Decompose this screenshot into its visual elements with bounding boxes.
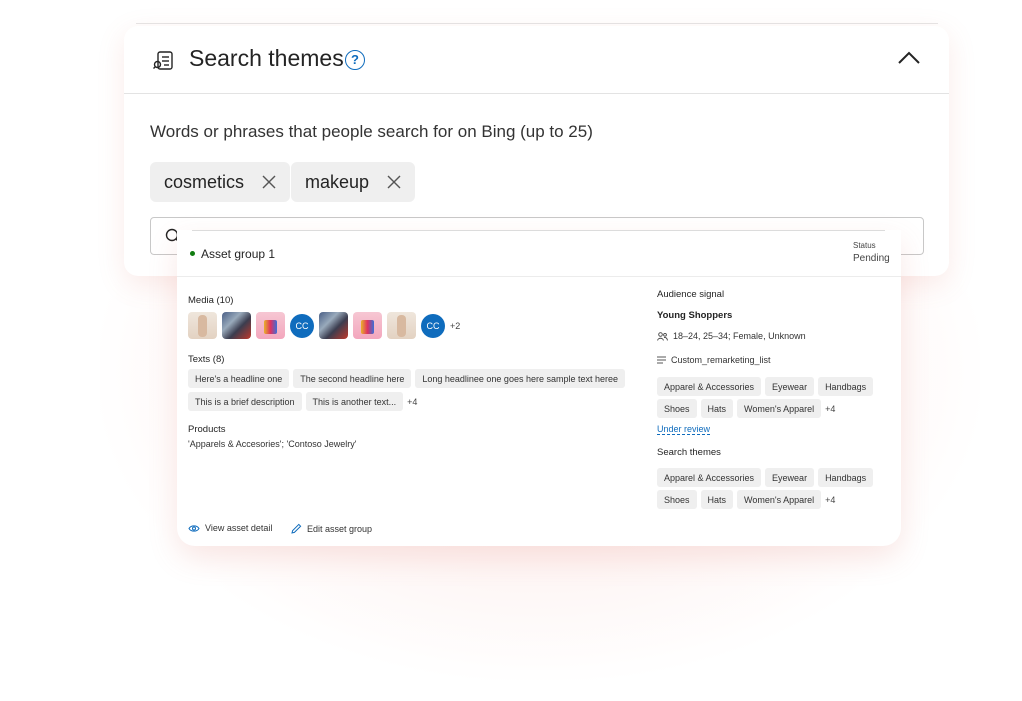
view-asset-detail-link[interactable]: View asset detail xyxy=(188,523,272,533)
asset-group-card: Asset group 1 Status Pending Media (10) … xyxy=(177,230,901,546)
media-thumbnail[interactable] xyxy=(256,312,285,339)
pencil-icon xyxy=(291,523,302,534)
media-label: Media (10) xyxy=(188,295,234,306)
people-icon xyxy=(657,331,668,341)
audience-tags-row-1: Apparel & Accessories Eyewear Handbags xyxy=(657,377,874,396)
search-themes-row-1: Apparel & Accessories Eyewear Handbags xyxy=(657,468,874,487)
edit-asset-group-link[interactable]: Edit asset group xyxy=(291,523,372,534)
audience-name: Young Shoppers xyxy=(657,310,733,321)
panel-header: Search themes ? xyxy=(124,26,949,94)
texts-more-count[interactable]: +4 xyxy=(407,397,417,407)
panel-description: Words or phrases that people search for … xyxy=(150,122,593,141)
keyword-chip-label: cosmetics xyxy=(164,171,245,192)
avatar[interactable]: CC xyxy=(290,313,314,338)
text-tag: Long headlinee one goes here sample text… xyxy=(415,369,626,388)
search-theme-tag: Hats xyxy=(700,490,734,509)
texts-row-2: This is a brief description This is anot… xyxy=(188,392,417,411)
view-asset-detail-label: View asset detail xyxy=(205,523,273,533)
audience-tags-row-2: Shoes Hats Women's Apparel +4 xyxy=(657,399,835,418)
top-divider xyxy=(136,23,938,24)
text-tag: The second headline here xyxy=(293,369,412,388)
text-tag: This is a brief description xyxy=(188,392,302,411)
search-theme-tag: Handbags xyxy=(818,468,874,487)
products-value: 'Apparels & Accesories'; 'Contoso Jewelr… xyxy=(188,439,357,449)
asset-group-header: Asset group 1 Status Pending xyxy=(177,230,901,277)
media-thumbnail[interactable] xyxy=(188,312,217,339)
audience-tag: Handbags xyxy=(818,377,874,396)
help-icon[interactable]: ? xyxy=(345,50,365,70)
status-label: Status xyxy=(853,241,876,250)
chevron-up-icon[interactable] xyxy=(896,48,922,66)
audience-tag: Women's Apparel xyxy=(737,399,822,418)
search-theme-tag: Eyewear xyxy=(765,468,815,487)
status-dot xyxy=(190,251,195,256)
status-value: Pending xyxy=(853,253,890,264)
media-thumbnail[interactable] xyxy=(387,312,416,339)
panel-title: Search themes xyxy=(189,45,344,71)
text-tag: Here's a headline one xyxy=(188,369,290,388)
audience-tag: Eyewear xyxy=(765,377,815,396)
remarketing-list-text: Custom_remarketing_list xyxy=(671,355,771,365)
avatar[interactable]: CC xyxy=(421,313,445,338)
keyword-chip-label: makeup xyxy=(305,171,370,192)
search-theme-tag: Women's Apparel xyxy=(737,490,822,509)
text-tag: This is another text... xyxy=(305,392,404,411)
media-more-count[interactable]: +2 xyxy=(450,321,460,331)
audience-tag: Shoes xyxy=(657,399,697,418)
asset-group-title: Asset group 1 xyxy=(201,247,276,261)
search-themes-more-count[interactable]: +4 xyxy=(825,495,835,505)
keyword-chip-makeup: makeup xyxy=(291,162,416,202)
audience-signal-label: Audience signal xyxy=(657,289,725,300)
search-theme-tag: Shoes xyxy=(657,490,697,509)
keyword-chip-cosmetics: cosmetics xyxy=(150,162,291,202)
edit-asset-group-label: Edit asset group xyxy=(307,523,373,534)
audience-more-count[interactable]: +4 xyxy=(825,404,835,414)
audience-tag: Hats xyxy=(700,399,734,418)
texts-row-1: Here's a headline one The second headlin… xyxy=(188,369,626,388)
demographics-text: 18–24, 25–34; Female, Unknown xyxy=(673,331,806,341)
audience-tag: Apparel & Accessories xyxy=(657,377,762,396)
media-thumbnail[interactable] xyxy=(222,312,251,339)
texts-label: Texts (8) xyxy=(188,354,225,365)
audience-demographics: 18–24, 25–34; Female, Unknown xyxy=(657,331,806,341)
list-icon xyxy=(657,356,666,364)
media-thumbnail[interactable] xyxy=(319,312,348,339)
products-label: Products xyxy=(188,424,226,435)
search-themes-label: Search themes xyxy=(657,447,721,458)
eye-icon xyxy=(188,524,200,532)
search-themes-row-2: Shoes Hats Women's Apparel +4 xyxy=(657,490,835,509)
media-thumbnail[interactable] xyxy=(353,312,382,339)
media-thumbnails: CC CC +2 xyxy=(188,312,460,339)
close-icon[interactable] xyxy=(387,175,401,189)
search-theme-tag: Apparel & Accessories xyxy=(657,468,762,487)
close-icon[interactable] xyxy=(262,175,276,189)
search-list-icon xyxy=(153,51,173,70)
under-review-link[interactable]: Under review xyxy=(657,424,711,435)
remarketing-list: Custom_remarketing_list xyxy=(657,355,771,365)
